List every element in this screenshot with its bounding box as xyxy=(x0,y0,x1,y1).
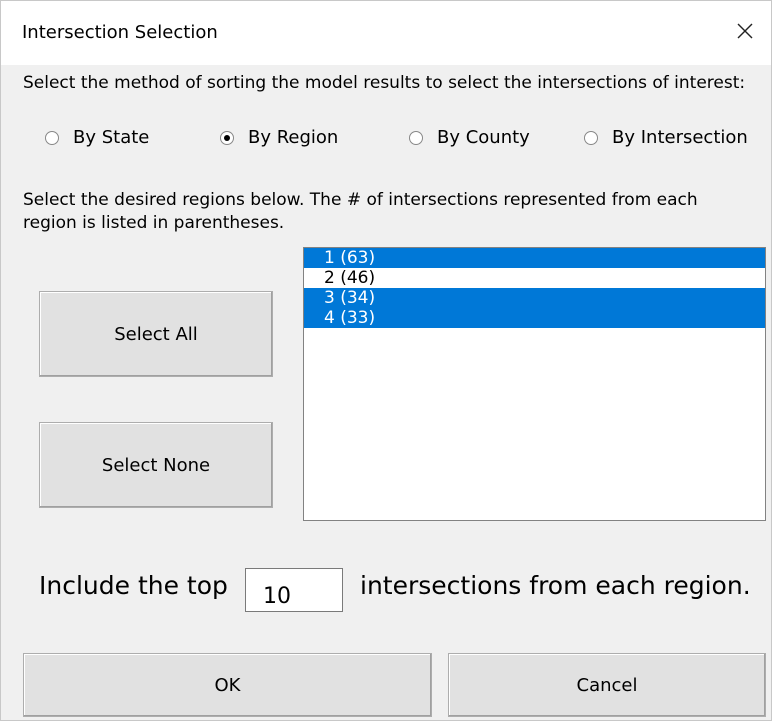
top-count-input[interactable] xyxy=(245,568,343,612)
select-none-button[interactable]: Select None xyxy=(39,422,273,508)
intersection-selection-dialog: Intersection Selection Select the method… xyxy=(0,0,772,721)
close-button[interactable] xyxy=(729,15,761,47)
radio-button-icon[interactable] xyxy=(584,130,598,145)
radio-by-state[interactable]: By State xyxy=(45,127,149,148)
window-title: Intersection Selection xyxy=(22,22,218,43)
radio-button-icon[interactable] xyxy=(220,130,234,145)
list-item[interactable]: 3 (34) xyxy=(304,288,765,308)
ok-button[interactable]: OK xyxy=(23,653,432,717)
regions-listbox[interactable]: 1 (63) 2 (46) 3 (34) 4 (33) xyxy=(303,247,766,521)
list-item[interactable]: 4 (33) xyxy=(304,308,765,328)
sort-method-instruction: Select the method of sorting the model r… xyxy=(23,73,746,93)
region-instruction-line-2: region is listed in parentheses. xyxy=(23,213,285,233)
radio-by-county[interactable]: By County xyxy=(409,127,530,148)
region-instruction-line-1: Select the desired regions below. The # … xyxy=(23,190,698,210)
include-top-label: Include the top xyxy=(39,571,228,600)
radio-by-intersection[interactable]: By Intersection xyxy=(584,127,748,148)
intersections-suffix-label: intersections from each region. xyxy=(360,571,751,600)
radio-label: By State xyxy=(73,127,150,148)
list-item[interactable]: 1 (63) xyxy=(304,248,765,268)
select-all-button[interactable]: Select All xyxy=(39,291,273,377)
radio-label: By Region xyxy=(248,127,339,148)
radio-button-icon[interactable] xyxy=(45,130,59,145)
radio-label: By County xyxy=(437,127,530,148)
radio-by-region[interactable]: By Region xyxy=(220,127,338,148)
radio-button-icon[interactable] xyxy=(409,130,423,145)
title-bar: Intersection Selection xyxy=(1,1,771,65)
list-item[interactable]: 2 (46) xyxy=(304,268,765,288)
close-icon xyxy=(737,23,753,39)
radio-label: By Intersection xyxy=(612,127,748,148)
cancel-button[interactable]: Cancel xyxy=(448,653,766,717)
